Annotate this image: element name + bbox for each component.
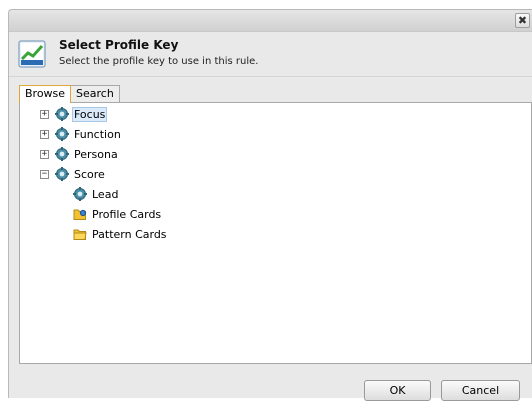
dialog-titlebar[interactable]: ✖	[9, 10, 532, 32]
expand-icon[interactable]: +	[40, 149, 49, 159]
tree-node-label[interactable]: Focus	[72, 106, 108, 122]
folder-icon	[73, 229, 87, 240]
dialog-subtitle: Select the profile key to use in this ru…	[59, 56, 259, 67]
gear-icon	[73, 187, 87, 201]
tree-node-score[interactable]: − Score	[40, 165, 107, 183]
tree-node-function[interactable]: + Function	[40, 125, 123, 143]
header-divider	[9, 76, 532, 77]
tab-browse[interactable]: Browse	[19, 85, 72, 103]
collapse-icon[interactable]: −	[40, 169, 49, 179]
tab-search[interactable]: Search	[70, 85, 120, 102]
tree-node-focus[interactable]: + Focus	[40, 105, 108, 123]
select-profile-key-dialog: ✖ Select Profile Key Select the profile …	[8, 9, 532, 401]
close-icon: ✖	[517, 14, 528, 27]
gear-icon	[55, 147, 69, 161]
tree-node-label[interactable]: Lead	[90, 187, 120, 202]
folder-icon	[73, 209, 87, 220]
tree-node-label[interactable]: Profile Cards	[90, 207, 163, 222]
tree-node-lead[interactable]: Lead	[73, 185, 120, 203]
profile-chart-icon	[18, 40, 46, 68]
tree-node-label[interactable]: Persona	[72, 147, 120, 162]
tree-node-pattern-cards[interactable]: Pattern Cards	[73, 225, 169, 243]
close-button[interactable]: ✖	[515, 13, 530, 28]
expand-icon[interactable]: +	[40, 109, 49, 119]
tree-node-profile-cards[interactable]: Profile Cards	[73, 205, 163, 223]
profile-key-tree: + Focus + Function + Persona − Score Lea…	[19, 102, 532, 364]
expand-icon[interactable]: +	[40, 129, 49, 139]
gear-icon	[55, 127, 69, 141]
tree-node-persona[interactable]: + Persona	[40, 145, 120, 163]
tree-node-label[interactable]: Score	[72, 167, 107, 182]
gear-icon	[55, 107, 69, 121]
dialog-title: Select Profile Key	[59, 38, 179, 52]
tree-node-label[interactable]: Function	[72, 127, 123, 142]
tree-node-label[interactable]: Pattern Cards	[90, 227, 169, 242]
gear-icon	[55, 167, 69, 181]
